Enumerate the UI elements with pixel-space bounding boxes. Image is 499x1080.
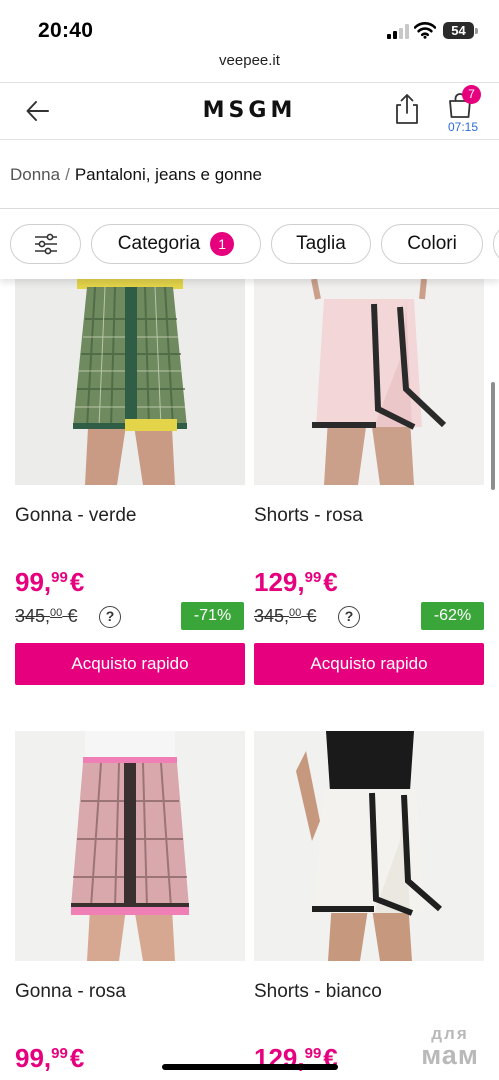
brand-logo: MSGM [202, 98, 297, 123]
divider [0, 139, 499, 140]
status-time: 20:40 [38, 19, 94, 42]
filter-chip-label: Categoria [117, 233, 201, 254]
cart-button[interactable]: 7 07:15 [440, 85, 486, 137]
breadcrumb-link-donna[interactable]: Donna [10, 165, 60, 184]
wifi-icon [414, 22, 436, 39]
product-name[interactable]: Gonna - verde [15, 505, 136, 527]
app-header: MSGM 7 07:15 [0, 83, 499, 139]
cellular-signal-icon [387, 24, 409, 39]
product-price: 99,99€ [15, 1043, 85, 1073]
quick-buy-button[interactable]: Acquisto rapido [15, 643, 245, 685]
filter-chip-label: Colori [407, 233, 457, 254]
battery-icon: 54 [443, 22, 474, 39]
product-name[interactable]: Gonna - rosa [15, 981, 126, 1003]
sliders-icon [34, 233, 57, 255]
filter-count-badge: 1 [210, 232, 235, 256]
question-icon[interactable]: ? [338, 606, 360, 628]
filter-settings-button[interactable] [10, 224, 81, 264]
product-image[interactable] [15, 279, 245, 485]
home-indicator[interactable] [162, 1064, 338, 1070]
product-name[interactable]: Shorts - bianco [254, 981, 382, 1003]
breadcrumb: Donna / Pantaloni, jeans e gonne [10, 165, 262, 185]
filter-chip-colori[interactable]: Colori [381, 224, 483, 264]
watermark-logo: для мам [412, 1025, 488, 1069]
share-icon[interactable] [393, 93, 421, 125]
watermark-text: мам [421, 1040, 479, 1070]
status-bar: 20:40 54 [0, 0, 499, 50]
filter-chip-categoria[interactable]: Categoria 1 [91, 224, 261, 264]
product-price: 129,99€ [254, 567, 338, 597]
discount-badge: -62% [421, 602, 484, 630]
filter-chip-label: Taglia [296, 233, 346, 254]
filter-chip-taglia[interactable]: Taglia [271, 224, 371, 264]
url-bar[interactable]: veepee.it [0, 52, 499, 69]
cart-timer: 07:15 [447, 120, 479, 134]
battery-cap [475, 28, 478, 34]
product-price: 99,99€ [15, 567, 85, 597]
breadcrumb-current: Pantaloni, jeans e gonne [74, 165, 262, 184]
scrollbar[interactable] [491, 382, 495, 490]
product-old-price: 345,00 € [15, 606, 78, 626]
question-icon[interactable]: ? [99, 606, 121, 628]
product-name[interactable]: Shorts - rosa [254, 505, 363, 527]
product-image[interactable] [254, 279, 484, 485]
breadcrumb-separator: / [65, 165, 70, 184]
discount-badge: -71% [181, 602, 244, 630]
product-image[interactable] [15, 731, 245, 961]
quick-buy-button[interactable]: Acquisto rapido [254, 643, 484, 685]
filter-bar: Categoria 1 Taglia Colori [0, 209, 499, 279]
product-old-price: 345,00 € [254, 606, 317, 626]
cart-count-badge: 7 [462, 85, 481, 104]
product-image[interactable] [254, 731, 484, 961]
filter-chip-more[interactable] [493, 224, 499, 264]
